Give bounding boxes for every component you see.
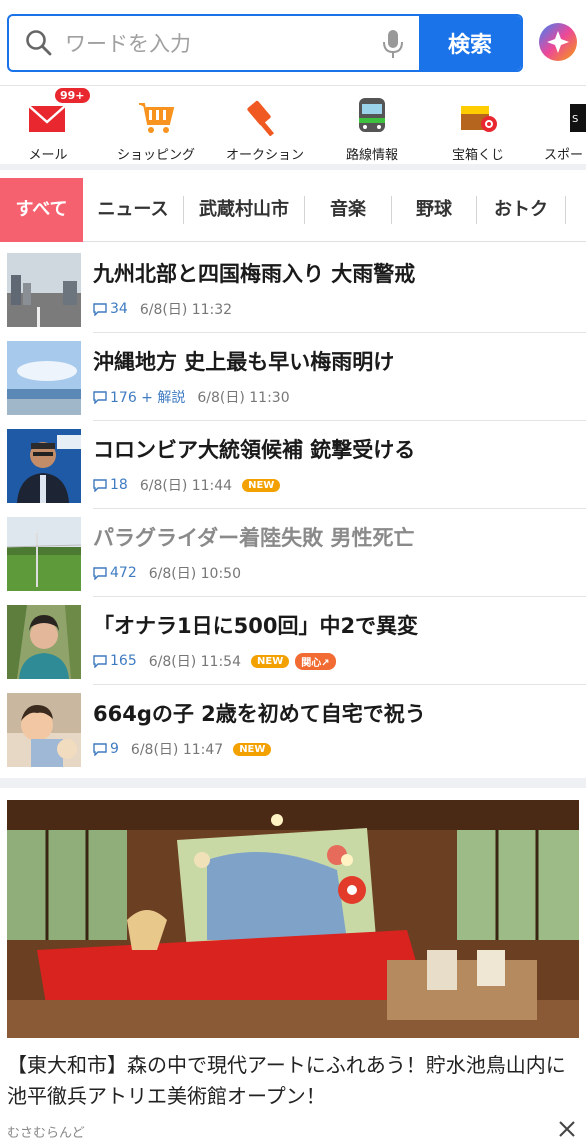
service-auction[interactable]: オークション xyxy=(216,96,314,166)
service-shortcuts: 99+ メール ショッピング オークション 路線情報 宝箱くじ S スポー xyxy=(0,88,586,170)
comment-count-value: 9 xyxy=(110,741,119,757)
search-header: 検索 xyxy=(0,0,586,86)
tab-all[interactable]: すべて xyxy=(0,178,83,242)
search-input[interactable] xyxy=(65,28,365,60)
news-meta: 165 6/8(日) 11:54 NEW 関心↗ xyxy=(93,651,336,671)
comment-icon xyxy=(93,390,107,404)
news-time: 6/8(日) 11:32 xyxy=(139,302,233,318)
search-icon xyxy=(26,30,52,56)
service-label: オークション xyxy=(225,148,304,163)
service-sports[interactable]: S スポー xyxy=(540,96,586,166)
service-label: ショッピング xyxy=(116,148,195,163)
news-item[interactable]: 沖縄地方 史上最も早い梅雨明け 176 + 解説 6/8(日) 11:30 xyxy=(0,332,586,421)
news-thumbnail xyxy=(7,253,81,327)
service-label: メール xyxy=(28,148,68,163)
news-title: 664gの子 2歳を初めて自宅で祝う xyxy=(93,702,426,726)
sports-icon: S xyxy=(570,96,586,136)
comment-count: 18 xyxy=(93,477,128,493)
news-item[interactable]: 664gの子 2歳を初めて自宅で祝う 9 6/8(日) 11:47 NEW xyxy=(0,684,586,772)
comment-icon xyxy=(93,742,107,756)
close-icon[interactable] xyxy=(558,1120,576,1138)
feature-source: むさむらんど xyxy=(7,1126,85,1141)
service-lottery[interactable]: 宝箱くじ xyxy=(440,96,516,166)
comment-icon xyxy=(93,302,107,316)
news-meta: 34 6/8(日) 11:32 xyxy=(93,299,242,319)
service-label: 路線情報 xyxy=(345,148,398,163)
news-meta: 472 6/8(日) 10:50 xyxy=(93,563,251,583)
tab-baseball[interactable]: 野球 xyxy=(392,178,476,242)
tab-separator xyxy=(565,196,566,224)
svg-text:S: S xyxy=(572,114,578,125)
feature-title[interactable]: 【東大和市】森の中で現代アートにふれあう！貯水池鳥山内に池平徹兵アトリエ美術館オ… xyxy=(7,1050,579,1112)
news-meta: 18 6/8(日) 11:44 NEW xyxy=(93,475,286,495)
news-title: 九州北部と四国梅雨入り 大雨警戒 xyxy=(93,262,416,286)
treasure-chest-icon xyxy=(457,96,499,136)
search-box[interactable]: 検索 xyxy=(7,14,523,72)
service-label: スポー xyxy=(544,148,584,163)
auction-hammer-icon xyxy=(244,96,286,137)
comment-count: 165 xyxy=(93,653,137,669)
new-badge: NEW xyxy=(251,654,290,668)
comment-count-value: 176 + 解説 xyxy=(110,390,186,406)
mail-icon: 99+ xyxy=(27,88,90,136)
news-thumbnail xyxy=(7,341,81,415)
comment-count-value: 165 xyxy=(110,653,137,669)
comment-count: 176 + 解説 xyxy=(93,387,185,407)
new-badge: NEW xyxy=(233,742,272,756)
train-icon xyxy=(351,96,393,136)
feature-card[interactable]: 【東大和市】森の中で現代アートにふれあう！貯水池鳥山内に池平徹兵アトリエ美術館オ… xyxy=(0,778,586,1147)
microphone-icon[interactable] xyxy=(381,28,405,60)
news-meta: 176 + 解説 6/8(日) 11:30 xyxy=(93,387,300,407)
service-mail[interactable]: 99+ メール xyxy=(12,88,90,166)
comment-count: 9 xyxy=(93,741,119,757)
comment-icon xyxy=(93,478,107,492)
news-time: 6/8(日) 11:47 xyxy=(130,742,224,758)
comment-count-value: 472 xyxy=(110,565,137,581)
news-time: 6/8(日) 11:44 xyxy=(139,478,233,494)
comment-count-value: 34 xyxy=(110,301,128,317)
comment-count-value: 18 xyxy=(110,477,128,493)
mail-badge: 99+ xyxy=(55,88,90,103)
news-meta: 9 6/8(日) 11:47 NEW xyxy=(93,739,277,759)
news-time: 6/8(日) 11:54 xyxy=(148,654,241,670)
news-time: 6/8(日) 10:50 xyxy=(148,566,241,582)
comment-icon xyxy=(93,654,107,668)
service-shopping[interactable]: ショッピング xyxy=(106,96,206,166)
news-item[interactable]: パラグライダー着陸失敗 男性死亡 472 6/8(日) 10:50 xyxy=(0,508,586,597)
comment-count: 34 xyxy=(93,301,128,317)
tab-local[interactable]: 武蔵村山市 xyxy=(184,178,304,242)
news-thumbnail xyxy=(7,429,81,503)
category-tabs: すべて ニュース 武蔵村山市 音楽 野球 おトク xyxy=(0,178,586,242)
new-badge: NEW xyxy=(242,478,281,492)
service-label: 宝箱くじ xyxy=(451,148,504,163)
shopping-cart-icon xyxy=(135,96,177,136)
news-thumbnail xyxy=(7,605,81,679)
news-title: コロンビア大統領候補 銃撃受ける xyxy=(93,438,416,462)
news-time: 6/8(日) 11:30 xyxy=(197,390,290,406)
comment-icon xyxy=(93,566,107,580)
assistant-app-icon[interactable] xyxy=(538,22,578,62)
search-button[interactable]: 検索 xyxy=(419,16,521,70)
tab-music[interactable]: 音楽 xyxy=(305,178,391,242)
news-title: パラグライダー着陸失敗 男性死亡 xyxy=(93,526,415,550)
news-thumbnail xyxy=(7,517,81,591)
tab-deals[interactable]: おトク xyxy=(477,178,565,242)
comment-count: 472 xyxy=(93,565,137,581)
news-item[interactable]: コロンビア大統領候補 銃撃受ける 18 6/8(日) 11:44 NEW xyxy=(0,420,586,509)
tab-news[interactable]: ニュース xyxy=(83,178,183,242)
interest-badge: 関心↗ xyxy=(295,652,336,670)
news-item[interactable]: 「オナラ1日に500回」中2で異変 165 6/8(日) 11:54 NEW 関… xyxy=(0,596,586,685)
news-thumbnail xyxy=(7,693,81,767)
feature-image xyxy=(7,800,579,1038)
news-title: 沖縄地方 史上最も早い梅雨明け xyxy=(93,350,395,374)
service-transit[interactable]: 路線情報 xyxy=(334,96,410,166)
news-title: 「オナラ1日に500回」中2で異変 xyxy=(93,614,419,638)
news-item[interactable]: 九州北部と四国梅雨入り 大雨警戒 34 6/8(日) 11:32 xyxy=(0,244,586,333)
